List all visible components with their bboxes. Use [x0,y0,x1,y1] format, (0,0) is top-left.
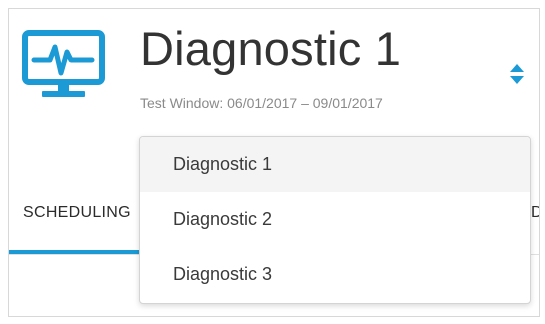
tab-next[interactable]: D [531,203,539,223]
dropdown-option-diagnostic-1[interactable]: Diagnostic 1 [140,137,530,192]
dropdown-option-diagnostic-3[interactable]: Diagnostic 3 [140,247,530,302]
monitor-pulse-icon [22,30,105,100]
dropdown-option-diagnostic-2[interactable]: Diagnostic 2 [140,192,530,247]
page-title: Diagnostic 1 [140,22,402,75]
sort-arrows-icon[interactable] [507,62,527,86]
test-window-text: Test Window: 06/01/2017 – 09/01/2017 [140,95,383,111]
diagnostic-dropdown-menu: Diagnostic 1 Diagnostic 2 Diagnostic 3 [139,136,531,304]
assessment-panel: Diagnostic 1 Test Window: 06/01/2017 – 0… [8,8,540,317]
tab-scheduling[interactable]: SCHEDULING [23,203,131,223]
